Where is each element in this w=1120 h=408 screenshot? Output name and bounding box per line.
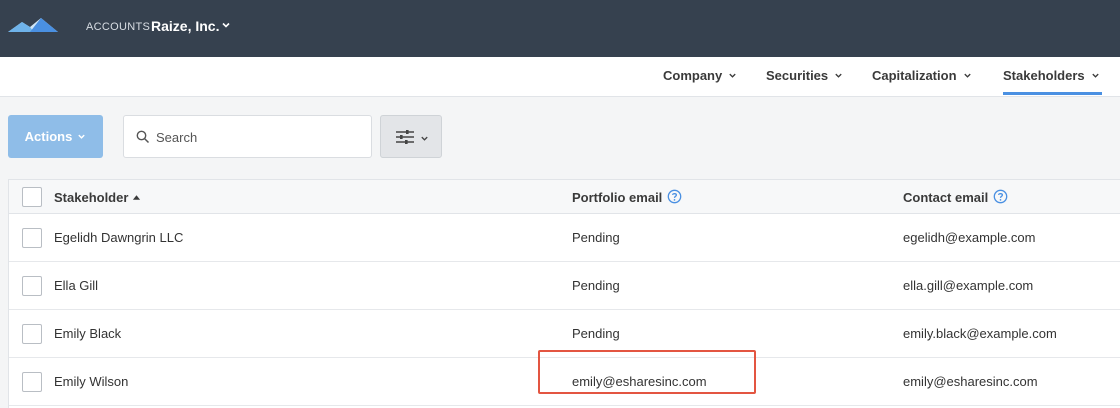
- chevron-down-icon: [1091, 73, 1099, 78]
- column-header-stakeholder[interactable]: Stakeholder: [54, 190, 141, 205]
- actions-button[interactable]: Actions: [8, 115, 103, 158]
- top-bar: ACCOUNTS Raize, Inc.: [0, 0, 1120, 57]
- help-circle-icon[interactable]: [993, 189, 1008, 204]
- table-row[interactable]: Emily Black Pending emily.black@example.…: [9, 310, 1120, 358]
- row-checkbox[interactable]: [22, 276, 42, 296]
- account-switcher[interactable]: Raize, Inc.: [151, 18, 219, 34]
- column-header-label: Contact email: [903, 190, 989, 205]
- column-header-portfolio-email: Portfolio email: [572, 189, 682, 206]
- select-all-checkbox[interactable]: [22, 187, 42, 207]
- row-checkbox[interactable]: [22, 324, 42, 344]
- column-header-label: Stakeholder: [54, 190, 129, 205]
- nav-securities-label: Securities: [766, 68, 829, 83]
- actions-button-label: Actions: [24, 129, 73, 144]
- sort-ascending-icon: [133, 195, 141, 200]
- stakeholder-name[interactable]: Egelidh Dawngrin LLC: [54, 230, 183, 245]
- active-tab-indicator: [1003, 92, 1102, 95]
- chevron-down-icon: [963, 73, 971, 78]
- search-icon: [136, 130, 150, 144]
- search-input[interactable]: [156, 126, 361, 148]
- main-nav: Company Securities Capitalization Stakeh…: [0, 57, 1120, 97]
- nav-capitalization-label: Capitalization: [872, 68, 957, 83]
- portfolio-email: Pending: [572, 230, 620, 245]
- search-box[interactable]: [123, 115, 372, 158]
- chevron-down-icon[interactable]: [221, 20, 231, 30]
- accounts-label: ACCOUNTS: [86, 21, 151, 33]
- portfolio-email: Pending: [572, 326, 620, 341]
- contact-email: egelidh@example.com: [903, 230, 1036, 245]
- stakeholders-table: Stakeholder Portfolio email Contact emai…: [8, 179, 1120, 408]
- contact-email: emily@esharesinc.com: [903, 374, 1038, 389]
- column-header-label: Portfolio email: [572, 190, 663, 205]
- chevron-down-icon: [78, 134, 86, 139]
- filter-button[interactable]: [380, 115, 442, 158]
- contact-email: ella.gill@example.com: [903, 278, 1034, 293]
- stakeholder-name[interactable]: Ella Gill: [54, 278, 98, 293]
- column-header-contact-email: Contact email: [903, 189, 1008, 206]
- chevron-down-icon: [729, 73, 736, 78]
- help-circle-icon[interactable]: [667, 189, 682, 204]
- chevron-down-icon: [835, 73, 842, 78]
- nav-company[interactable]: Company: [663, 68, 737, 83]
- filter-sliders-icon: [396, 130, 414, 144]
- table-row[interactable]: Emily Wilson emily@esharesinc.com emily@…: [9, 358, 1120, 406]
- table-row[interactable]: Ella Gill Pending ella.gill@example.com: [9, 262, 1120, 310]
- row-checkbox[interactable]: [22, 228, 42, 248]
- nav-capitalization[interactable]: Capitalization: [872, 68, 972, 83]
- row-checkbox[interactable]: [22, 372, 42, 392]
- stakeholder-name[interactable]: Emily Wilson: [54, 374, 128, 389]
- portfolio-email: Pending: [572, 278, 620, 293]
- nav-stakeholders[interactable]: Stakeholders: [1003, 68, 1100, 83]
- contact-email: emily.black@example.com: [903, 326, 1057, 341]
- table-row[interactable]: Egelidh Dawngrin LLC Pending egelidh@exa…: [9, 214, 1120, 262]
- table-header: Stakeholder Portfolio email Contact emai…: [9, 180, 1120, 214]
- portfolio-email: emily@esharesinc.com: [572, 374, 707, 389]
- chevron-down-icon: [421, 136, 428, 141]
- nav-company-label: Company: [663, 68, 723, 83]
- stakeholder-name[interactable]: Emily Black: [54, 326, 121, 341]
- logo-mountains-icon[interactable]: [8, 17, 58, 33]
- nav-stakeholders-label: Stakeholders: [1003, 68, 1085, 83]
- nav-securities[interactable]: Securities: [766, 68, 843, 83]
